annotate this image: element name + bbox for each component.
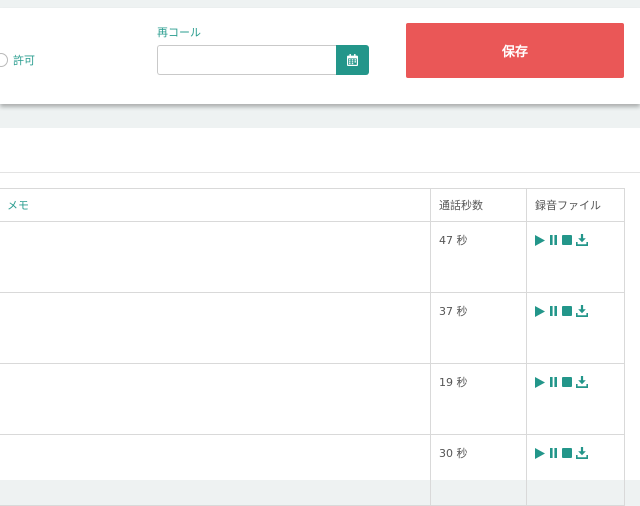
- stop-icon[interactable]: [562, 377, 572, 387]
- pause-icon[interactable]: [549, 377, 558, 387]
- pause-icon[interactable]: [549, 235, 558, 245]
- memo-cell[interactable]: [0, 363, 431, 435]
- recording-file-column-header: 録音ファイル: [526, 188, 625, 222]
- table-row: 37 秒: [0, 292, 625, 364]
- permit-radio[interactable]: [0, 53, 8, 67]
- recall-date-input[interactable]: [157, 45, 336, 75]
- download-icon[interactable]: [576, 234, 588, 246]
- download-icon[interactable]: [576, 447, 588, 459]
- memo-cell[interactable]: [0, 221, 431, 293]
- panel-divider: [0, 172, 640, 173]
- download-icon[interactable]: [576, 305, 588, 317]
- calendar-button[interactable]: [336, 45, 369, 75]
- memo-column-header[interactable]: メモ: [0, 188, 431, 222]
- calendar-icon: [347, 54, 358, 66]
- table-body: 47 秒 37 秒 19 秒 30 秒: [0, 221, 625, 506]
- recording-controls: [535, 445, 616, 459]
- duration-cell: 19 秒: [430, 363, 527, 435]
- permit-radio-group[interactable]: 許可: [0, 52, 35, 68]
- call-log-panel: メモ 通話秒数 録音ファイル 47 秒 37 秒 19 秒 30 秒: [0, 128, 640, 506]
- call-log-table: メモ 通話秒数 録音ファイル 47 秒 37 秒 19 秒 30 秒: [0, 188, 625, 506]
- permit-label: 許可: [13, 54, 35, 67]
- stop-icon[interactable]: [562, 306, 572, 316]
- memo-cell[interactable]: [0, 434, 431, 506]
- top-strip: [0, 0, 640, 8]
- recording-controls-cell: [526, 363, 625, 435]
- call-form-card: 許可 再コール 保存: [0, 8, 640, 104]
- recording-controls-cell: [526, 292, 625, 364]
- pause-icon[interactable]: [549, 448, 558, 458]
- recording-controls: [535, 232, 616, 246]
- pause-icon[interactable]: [549, 306, 558, 316]
- recording-controls: [535, 303, 616, 317]
- play-icon[interactable]: [535, 376, 545, 388]
- duration-cell: 37 秒: [430, 292, 527, 364]
- table-row: 30 秒: [0, 434, 625, 506]
- duration-column-header[interactable]: 通話秒数: [430, 188, 527, 222]
- stop-icon[interactable]: [562, 235, 572, 245]
- play-icon[interactable]: [535, 305, 545, 317]
- recording-controls-cell: [526, 434, 625, 506]
- duration-cell: 30 秒: [430, 434, 527, 506]
- table-row: 19 秒: [0, 363, 625, 435]
- recording-controls: [535, 374, 616, 388]
- save-button[interactable]: 保存: [406, 23, 624, 78]
- stop-icon[interactable]: [562, 448, 572, 458]
- duration-cell: 47 秒: [430, 221, 527, 293]
- download-icon[interactable]: [576, 376, 588, 388]
- recording-controls-cell: [526, 221, 625, 293]
- play-icon[interactable]: [535, 447, 545, 459]
- table-header-row: メモ 通話秒数 録音ファイル: [0, 188, 625, 222]
- recall-label: 再コール: [157, 26, 201, 39]
- table-row: 47 秒: [0, 221, 625, 293]
- memo-cell[interactable]: [0, 292, 431, 364]
- play-icon[interactable]: [535, 234, 545, 246]
